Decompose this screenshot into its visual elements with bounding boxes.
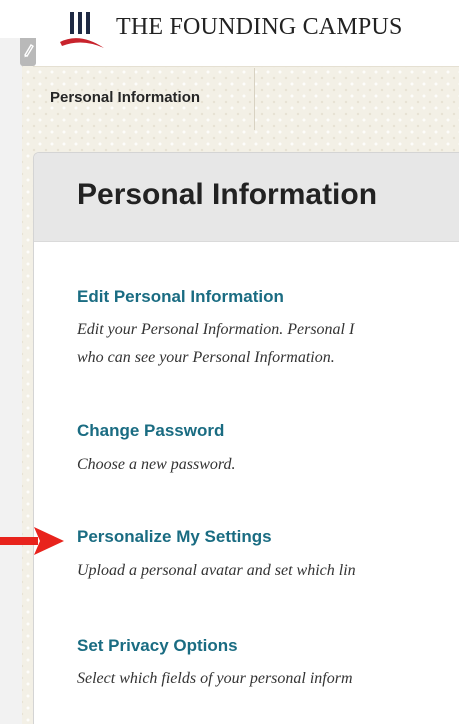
personalize-my-settings-link[interactable]: Personalize My Settings <box>77 527 272 547</box>
pencil-icon[interactable] <box>22 42 34 58</box>
site-header: THE FOUNDING CAMPUS <box>0 0 459 66</box>
edit-mode-strip <box>0 38 23 724</box>
red-arrow-annotation-icon <box>0 527 64 555</box>
edit-personal-information-description-line2: who can see your Personal Information. <box>77 349 335 366</box>
breadcrumb-current: Personal Information <box>50 89 201 106</box>
set-privacy-options-description: Select which fields of your personal inf… <box>77 670 353 687</box>
change-password-description: Choose a new password. <box>77 456 236 473</box>
university-columns-icon <box>60 12 104 48</box>
site-logo-text[interactable]: THE FOUNDING CAMPUS <box>116 14 403 41</box>
page-title: Personal Information <box>77 178 378 211</box>
page-title-bar: Personal Information <box>34 153 459 242</box>
personalize-my-settings-description: Upload a personal avatar and set which l… <box>77 562 356 579</box>
edit-personal-information-link[interactable]: Edit Personal Information <box>77 287 284 307</box>
change-password-link[interactable]: Change Password <box>77 421 224 441</box>
edit-personal-information-description: Edit your Personal Information. Personal… <box>77 321 355 338</box>
set-privacy-options-link[interactable]: Set Privacy Options <box>77 636 238 656</box>
